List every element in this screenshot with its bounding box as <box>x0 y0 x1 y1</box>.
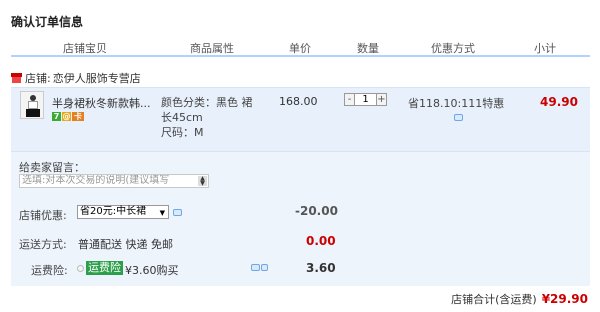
insurance-label: 运费险: <box>31 264 68 277</box>
chat-bubble-icon[interactable] <box>261 264 268 271</box>
seven-day-return-icon[interactable]: 7 <box>52 112 61 121</box>
insurance-amount: 3.60 <box>306 261 336 275</box>
quantity-input[interactable]: 1 <box>355 93 376 106</box>
item-attr-line: 长45cm <box>161 111 203 124</box>
shipping-label: 运送方式: <box>19 238 67 251</box>
insurance-highlight[interactable]: 运费险 <box>86 261 123 275</box>
seller-message-label: 给卖家留言： <box>19 161 85 174</box>
item-attributes: 颜色分类：黑色 裙 长45cm 尺码：M <box>161 95 276 140</box>
shop-total-label: 店铺合计(含运费) <box>451 293 537 306</box>
item-title-link[interactable]: 半身裙秋冬新款韩... <box>52 95 151 111</box>
shipping-amount: 0.00 <box>306 234 336 248</box>
shop-discount-select[interactable]: 省20元:中长裙 ▼ <box>77 205 169 219</box>
seller-message-input[interactable]: 选填:对本次交易的说明(建议填写 ▲ ▼ <box>19 174 209 188</box>
page-title: 确认订单信息 <box>11 15 84 29</box>
shop-name-link[interactable]: 恋伊人服饰专营店 <box>53 70 141 86</box>
item-attr-line: 尺码：M <box>161 126 204 139</box>
shop-label: 店铺: <box>25 72 51 85</box>
column-headers: 店铺宝贝 商品属性 单价 数量 优惠方式 小计 <box>11 33 590 57</box>
card-payment-icon[interactable]: 卡 <box>72 112 84 121</box>
item-thumbnail[interactable] <box>20 91 44 119</box>
insurance-radio[interactable] <box>77 265 84 272</box>
shop-total: 店铺合计(含运费) ¥29.90 <box>451 291 588 307</box>
dropdown-arrow-icon: ▼ <box>159 209 165 217</box>
col-header-price: 单价 <box>289 42 311 55</box>
seller-message-placeholder: 选填:对本次交易的说明(建议填写 <box>22 175 170 186</box>
item-badges: 7 @ 卡 <box>52 112 84 121</box>
chat-bubble-icon[interactable] <box>454 114 463 121</box>
quantity-increase-button[interactable]: + <box>376 93 387 106</box>
quantity-stepper: - 1 + <box>344 93 387 106</box>
col-header-subtotal: 小计 <box>534 42 556 55</box>
col-header-quantity: 数量 <box>357 42 379 55</box>
shop-discount-label: 店铺优惠: <box>19 209 67 222</box>
scroll-spinner-icon[interactable]: ▲ ▼ <box>198 176 207 187</box>
order-options: 给卖家留言： 选填:对本次交易的说明(建议填写 ▲ ▼ 店铺优惠: 省20元:中长… <box>11 151 590 286</box>
chat-bubble-icon[interactable] <box>251 264 260 271</box>
col-header-promotion: 优惠方式 <box>431 42 475 55</box>
shop-icon <box>11 73 22 83</box>
col-header-attributes: 商品属性 <box>190 42 234 55</box>
shipping-method: 普通配送 快递 免邮 <box>78 238 173 251</box>
order-item: 半身裙秋冬新款韩... 7 @ 卡 颜色分类：黑色 裙 长45cm 尺码：M 1… <box>11 87 590 151</box>
item-attr-line: 颜色分类：黑色 裙 <box>161 96 253 109</box>
shop-discount-amount: -20.00 <box>295 204 338 218</box>
unit-price: 168.00 <box>279 95 318 108</box>
col-header-item: 店铺宝贝 <box>63 42 107 55</box>
shop-row: 店铺: 恋伊人服饰专营店 <box>11 69 141 87</box>
quantity-decrease-button[interactable]: - <box>344 93 355 106</box>
shop-discount-selected: 省20元:中长裙 <box>80 206 147 217</box>
insurance-price: ¥3.60购买 <box>125 264 179 277</box>
shop-total-value: ¥29.90 <box>541 292 588 306</box>
guarantee-icon[interactable]: @ <box>62 112 71 121</box>
item-subtotal: 49.90 <box>540 95 578 109</box>
promotion-text: 省118.10:111特惠 <box>408 97 505 110</box>
chat-bubble-icon[interactable] <box>173 209 182 216</box>
